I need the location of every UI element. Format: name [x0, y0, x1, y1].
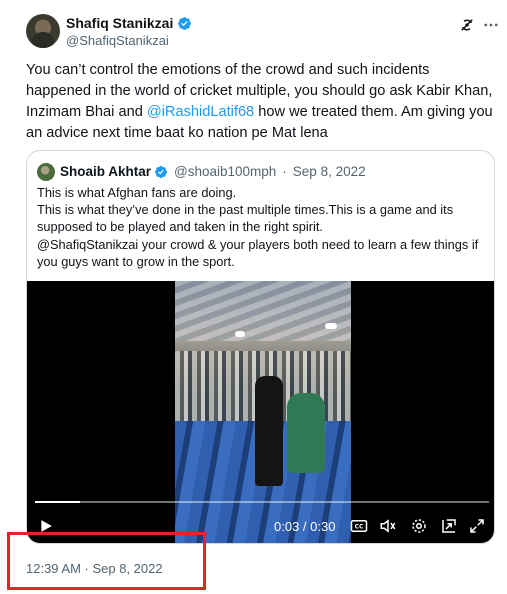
- author-name-row: Shafiq Stanikzai: [66, 15, 192, 31]
- grok-icon[interactable]: [458, 16, 476, 34]
- tweet-text: You can’t control the emotions of the cr…: [26, 60, 496, 144]
- quote-text: This is what Afghan fans are doing. This…: [37, 184, 487, 270]
- author-handle[interactable]: @ShafiqStanikzai: [66, 33, 169, 48]
- quoted-tweet[interactable]: Shoaib Akhtar @shoaib100mph · Sep 8, 202…: [26, 150, 495, 544]
- quote-line: @ShafiqStanikzai your crowd & your playe…: [37, 236, 479, 269]
- svg-text:CC: CC: [355, 524, 364, 531]
- quote-author-handle: @shoaib100mph: [174, 164, 277, 179]
- quote-author-avatar: [37, 163, 55, 181]
- quote-header: Shoaib Akhtar @shoaib100mph · Sep 8, 202…: [60, 164, 366, 179]
- quote-author-name: Shoaib Akhtar: [60, 164, 152, 179]
- quote-line: This is what Afghan fans are doing.: [37, 185, 237, 200]
- video-progress-fill: [35, 501, 81, 503]
- fullscreen-icon[interactable]: [468, 517, 486, 535]
- verified-badge-icon: [154, 165, 168, 179]
- verified-badge-icon: [177, 16, 192, 31]
- video-progress-bar[interactable]: [35, 501, 489, 503]
- author-avatar[interactable]: [26, 14, 60, 48]
- captions-icon[interactable]: CC: [350, 517, 368, 535]
- settings-gear-icon[interactable]: [410, 517, 428, 535]
- quote-date: Sep 8, 2022: [292, 164, 366, 179]
- video-time: 0:03 / 0:30: [274, 519, 336, 534]
- mention-link[interactable]: @iRashidLatif68: [147, 104, 254, 120]
- more-icon[interactable]: [482, 16, 500, 34]
- author-name[interactable]: Shafiq Stanikzai: [66, 15, 173, 31]
- volume-icon[interactable]: [379, 517, 397, 535]
- highlight-box: [7, 532, 206, 590]
- video-player[interactable]: 0:03 / 0:30 CC: [27, 281, 494, 543]
- video-frame: [175, 281, 351, 543]
- picture-in-picture-icon[interactable]: [440, 517, 458, 535]
- quote-separator: ·: [282, 164, 287, 179]
- quote-line: This is what they’ve done in the past mu…: [37, 202, 454, 235]
